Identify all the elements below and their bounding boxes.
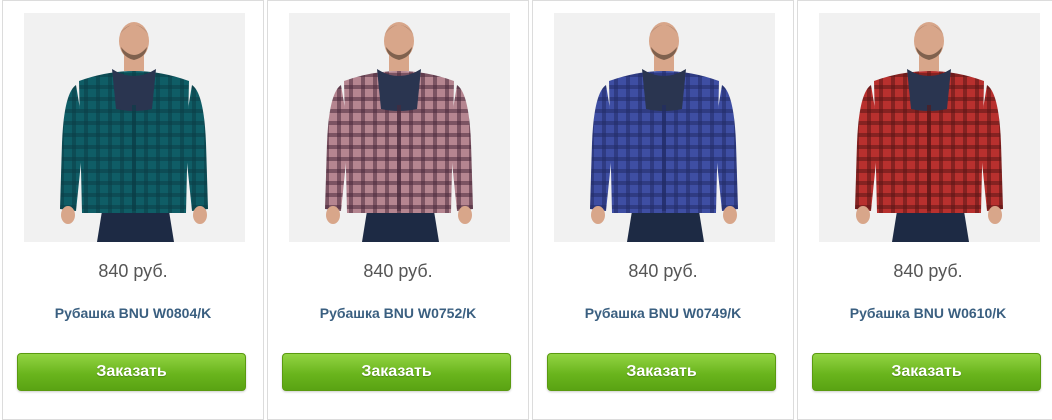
product-price: 840 руб. [893, 261, 963, 281]
product-title-link[interactable]: Рубашка BNU W0749/K [533, 305, 793, 321]
order-button[interactable]: Заказать [812, 353, 1041, 391]
red-plaid-hooded-shirt-image [819, 13, 1040, 242]
product-card: 840 руб. Рубашка BNU W0752/K Заказать [267, 0, 529, 420]
teal-plaid-hooded-shirt-image [24, 13, 245, 242]
product-photo[interactable] [819, 13, 1040, 242]
product-price: 840 руб. [98, 261, 168, 281]
blue-plaid-hooded-shirt-image [554, 13, 775, 242]
product-price: 840 руб. [363, 261, 433, 281]
pink-plaid-hooded-shirt-image [289, 13, 510, 242]
product-card: 840 руб. Рубашка BNU W0804/K Заказать [2, 0, 264, 420]
product-title-link[interactable]: Рубашка BNU W0610/K [798, 305, 1052, 321]
product-photo[interactable] [554, 13, 775, 242]
product-price: 840 руб. [628, 261, 698, 281]
product-title-link[interactable]: Рубашка BNU W0804/K [3, 305, 263, 321]
product-photo[interactable] [24, 13, 245, 242]
order-button[interactable]: Заказать [17, 353, 246, 391]
product-photo[interactable] [289, 13, 510, 242]
order-button[interactable]: Заказать [547, 353, 776, 391]
product-title-link[interactable]: Рубашка BNU W0752/K [268, 305, 528, 321]
product-card: 840 руб. Рубашка BNU W0749/K Заказать [532, 0, 794, 420]
product-card: 840 руб. Рубашка BNU W0610/K Заказать [797, 0, 1052, 420]
order-button[interactable]: Заказать [282, 353, 511, 391]
